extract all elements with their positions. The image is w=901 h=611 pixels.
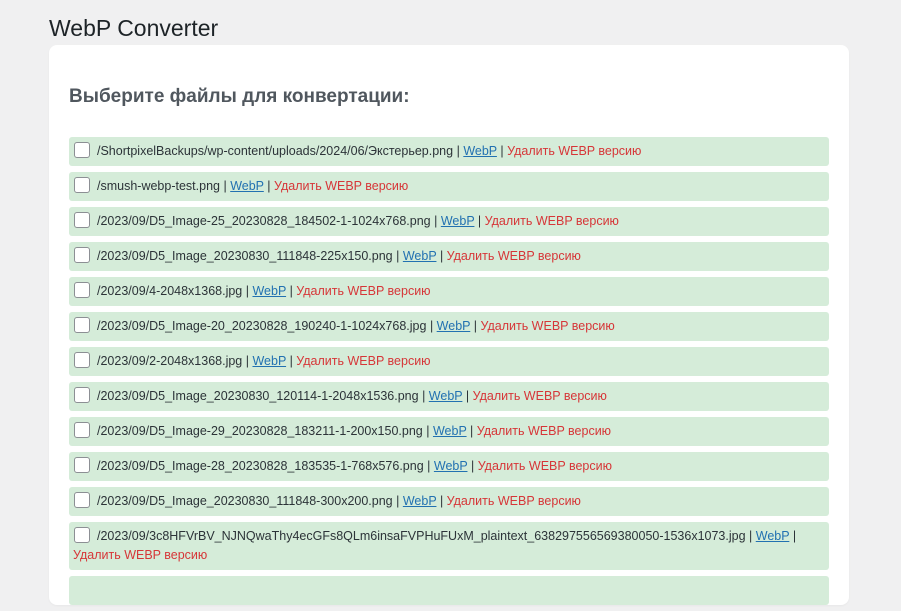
separator: | [473,319,477,333]
delete-webp-link[interactable]: Удалить WEBP версию [73,548,207,562]
file-item: /ShortpixelBackups/wp-content/uploads/20… [69,137,829,166]
delete-webp-link[interactable]: Удалить WEBP версию [480,319,614,333]
separator: | [434,214,438,228]
file-checkbox[interactable] [74,492,90,508]
webp-link[interactable]: WebP [434,459,468,473]
delete-webp-link[interactable]: Удалить WEBP версию [473,389,607,403]
file-path: /2023/09/D5_Image-20_20230828_190240-1-1… [97,319,427,333]
file-checkbox[interactable] [74,457,90,473]
file-item: /2023/09/2-2048x1368.jpg | WebP | Удалит… [69,347,829,376]
delete-webp-link[interactable]: Удалить WEBP версию [447,249,581,263]
webp-link[interactable]: WebP [463,144,497,158]
file-item: /2023/09/D5_Image-28_20230828_183535-1-7… [69,452,829,481]
file-item [69,576,829,605]
webp-link[interactable]: WebP [441,214,475,228]
file-path: /2023/09/4-2048x1368.jpg [97,284,243,298]
webp-link[interactable]: WebP [437,319,471,333]
file-checkbox[interactable] [74,422,90,438]
file-path: /2023/09/2-2048x1368.jpg [97,354,243,368]
separator: | [245,284,249,298]
file-item: /smush-webp-test.png | WebP | Удалить WE… [69,172,829,201]
webp-link[interactable]: WebP [433,424,467,438]
file-checkbox[interactable] [74,247,90,263]
file-path: /ShortpixelBackups/wp-content/uploads/20… [97,144,454,158]
file-checkbox[interactable] [74,177,90,193]
separator: | [245,354,249,368]
file-checkbox[interactable] [74,387,90,403]
page-title: WebP Converter [49,15,219,41]
webp-link[interactable]: WebP [230,179,264,193]
delete-webp-link[interactable]: Удалить WEBP версию [485,214,619,228]
separator: | [439,249,444,263]
file-path: /2023/09/3c8HFVrBV_NJNQwaThy4ecGFs8QLm6i… [97,529,746,543]
separator: | [223,179,227,193]
file-item: /2023/09/D5_Image-20_20230828_190240-1-1… [69,312,829,341]
delete-webp-link[interactable]: Удалить WEBP версию [477,424,611,438]
file-path: /2023/09/D5_Image_20230830_111848-225x15… [97,249,393,263]
delete-webp-link[interactable]: Удалить WEBP версию [478,459,612,473]
delete-webp-link[interactable]: Удалить WEBP версию [274,179,408,193]
file-path: /2023/09/D5_Image_20230830_111848-300x20… [97,494,393,508]
file-path: /smush-webp-test.png [97,179,220,193]
file-path: /2023/09/D5_Image-29_20230828_183211-1-2… [97,424,423,438]
webp-link[interactable]: WebP [403,249,437,263]
file-item: /2023/09/D5_Image-25_20230828_184502-1-1… [69,207,829,236]
separator: | [500,144,504,158]
separator: | [470,424,474,438]
file-path: /2023/09/D5_Image_20230830_120114-1-2048… [97,389,419,403]
delete-webp-link[interactable]: Удалить WEBP версию [296,284,430,298]
separator: | [396,249,400,263]
file-item: /2023/09/3c8HFVrBV_NJNQwaThy4ecGFs8QLm6i… [69,522,829,570]
separator: | [422,389,426,403]
separator: | [465,389,470,403]
separator: | [267,179,271,193]
separator: | [456,144,460,158]
file-checkbox[interactable] [74,352,90,368]
separator: | [289,284,293,298]
file-checkbox[interactable] [74,282,90,298]
webp-link[interactable]: WebP [429,389,463,403]
separator: | [396,494,400,508]
separator: | [429,319,434,333]
file-item: /2023/09/D5_Image_20230830_111848-300x20… [69,487,829,516]
separator: | [749,529,753,543]
delete-webp-link[interactable]: Удалить WEBP версию [507,144,641,158]
separator: | [470,459,475,473]
delete-webp-link[interactable]: Удалить WEBP версию [296,354,430,368]
separator: | [477,214,482,228]
webp-link[interactable]: WebP [252,354,286,368]
file-path: /2023/09/D5_Image-28_20230828_183535-1-7… [97,459,424,473]
file-path: /2023/09/D5_Image-25_20230828_184502-1-1… [97,214,431,228]
section-heading: Выберите файлы для конвертации: [69,86,410,107]
webp-link[interactable]: WebP [403,494,437,508]
file-item: /2023/09/D5_Image-29_20230828_183211-1-2… [69,417,829,446]
separator: | [426,424,430,438]
file-item: /2023/09/D5_Image_20230830_120114-1-2048… [69,382,829,411]
file-checkbox[interactable] [74,212,90,228]
separator: | [439,494,444,508]
file-item: /2023/09/4-2048x1368.jpg | WebP | Удалит… [69,277,829,306]
file-list: /ShortpixelBackups/wp-content/uploads/20… [69,137,829,611]
webp-link[interactable]: WebP [756,529,790,543]
file-item: /2023/09/D5_Image_20230830_111848-225x15… [69,242,829,271]
separator: | [289,354,293,368]
webp-link[interactable]: WebP [252,284,286,298]
delete-webp-link[interactable]: Удалить WEBP версию [447,494,581,508]
file-checkbox[interactable] [74,527,90,543]
separator: | [792,529,797,543]
file-checkbox[interactable] [74,317,90,333]
file-checkbox[interactable] [74,142,90,158]
converter-card: Выберите файлы для конвертации: /Shortpi… [49,45,849,605]
separator: | [427,459,431,473]
